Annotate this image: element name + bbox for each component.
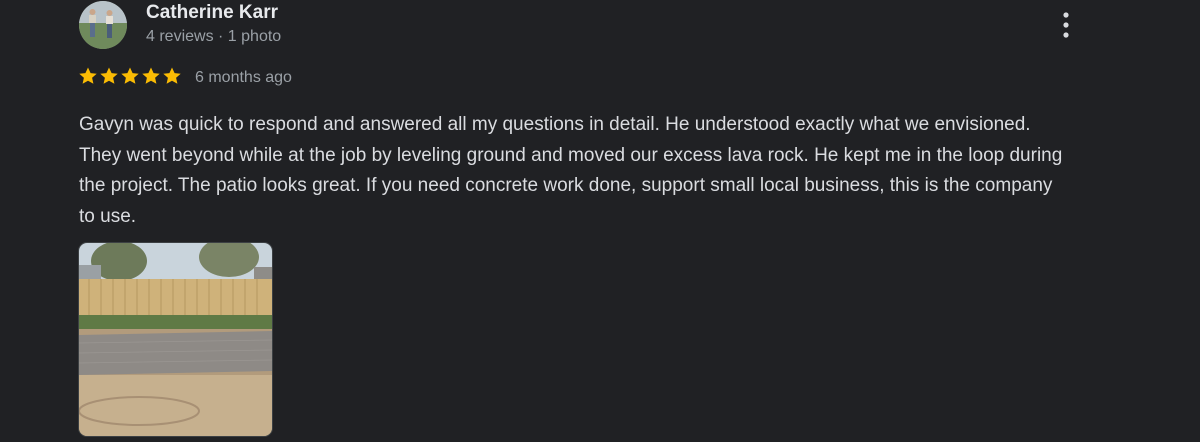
reviewer-avatar[interactable] xyxy=(79,1,127,49)
review-time: 6 months ago xyxy=(195,69,292,86)
review-photo[interactable] xyxy=(79,243,272,436)
reviewer-meta: 4 reviews · 1 photo xyxy=(146,28,282,45)
star-icon xyxy=(142,67,160,84)
star-icon xyxy=(100,67,118,84)
review-text: Gavyn was quick to respond and answered … xyxy=(79,114,1063,227)
star-icon xyxy=(79,67,97,84)
more-vert-icon[interactable] xyxy=(1054,10,1078,40)
star-icon xyxy=(163,67,181,84)
reviewer-name[interactable]: Catherine Karr xyxy=(146,2,278,24)
star-icon xyxy=(121,67,139,84)
star-rating xyxy=(78,66,182,86)
